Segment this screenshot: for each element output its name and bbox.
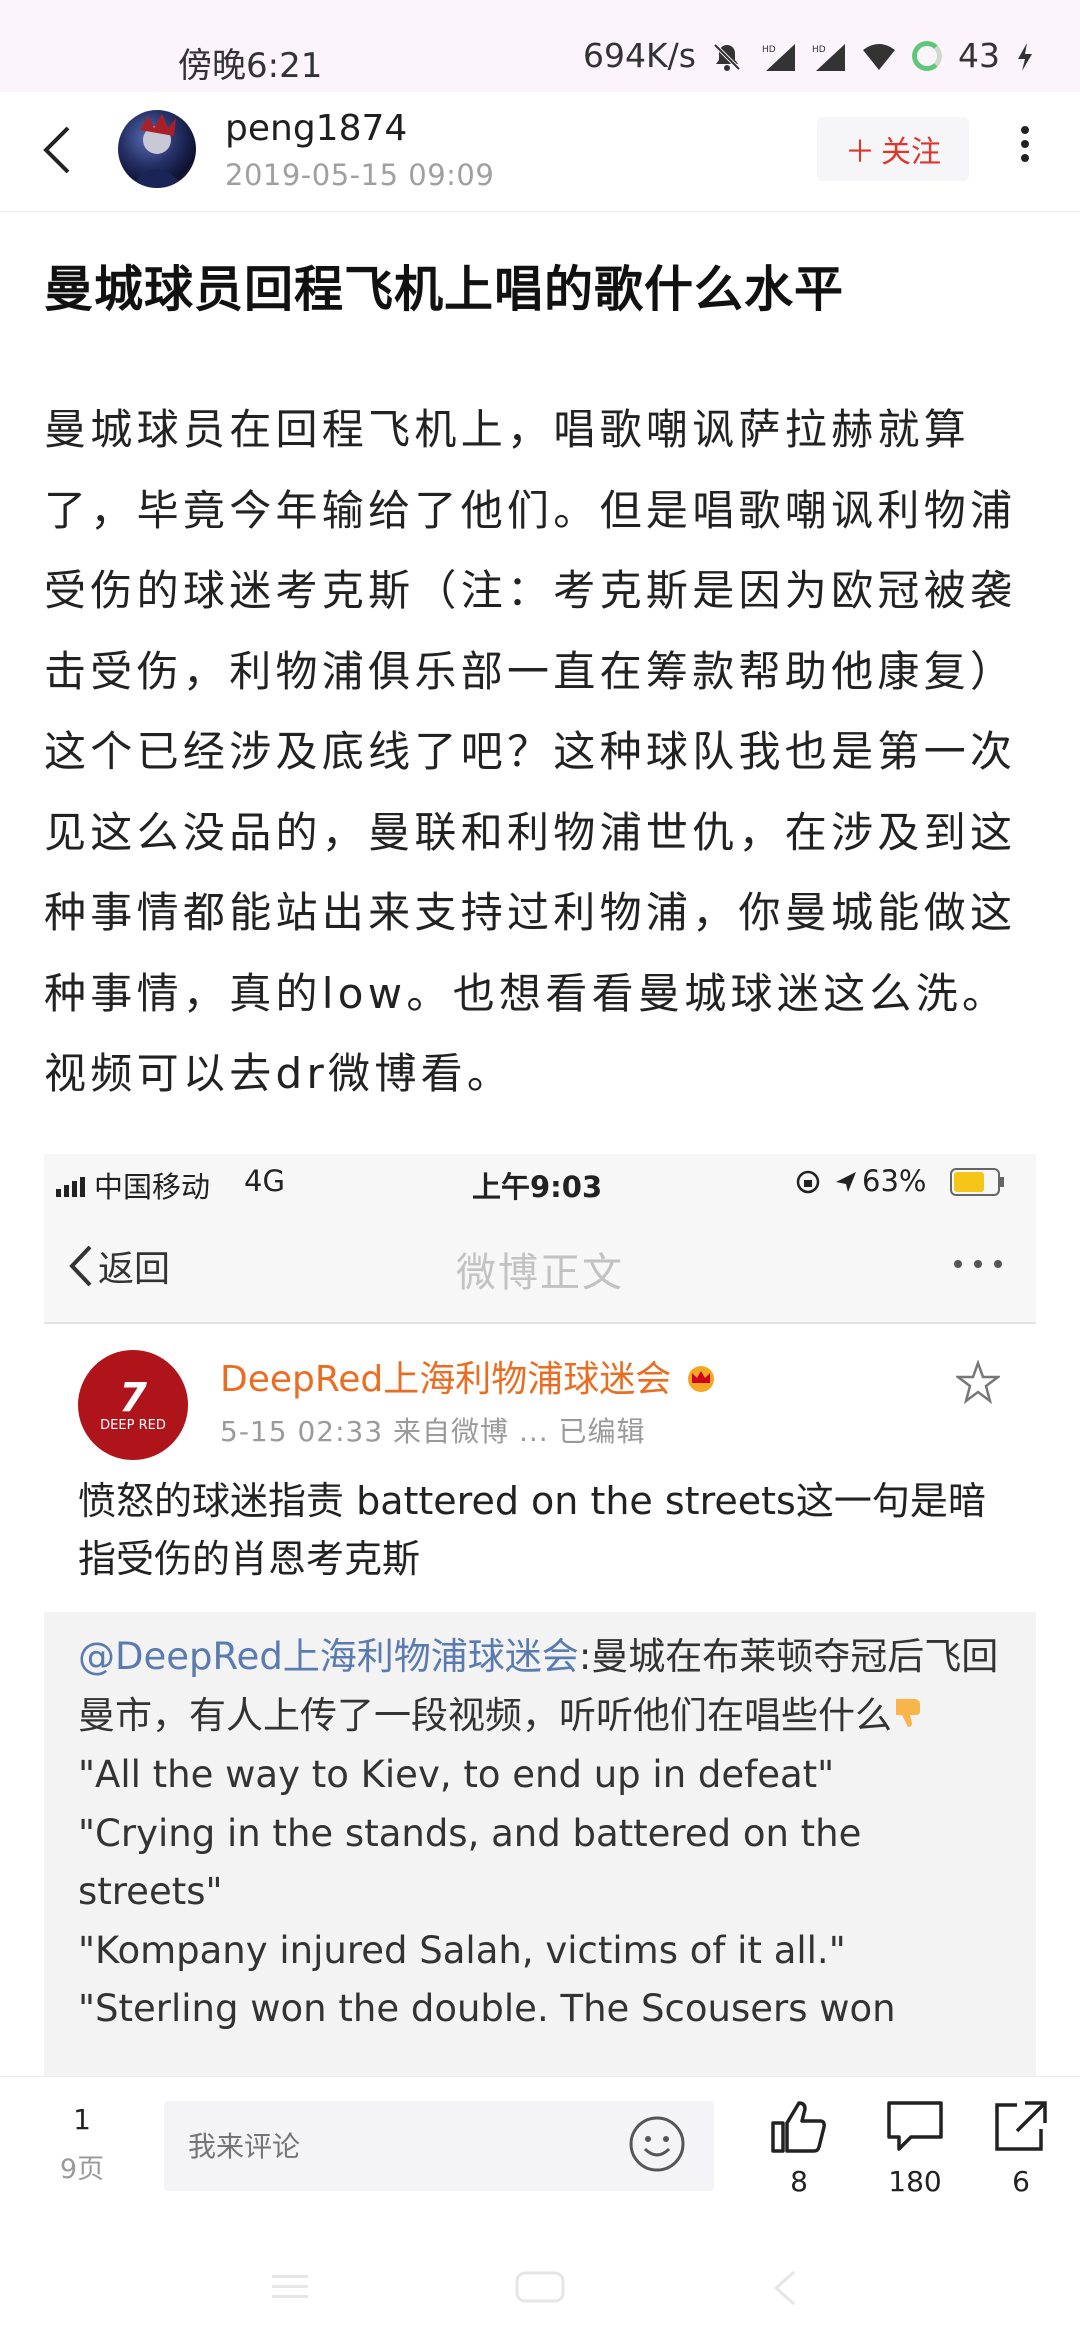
thumbs-up-icon [771, 2101, 826, 2153]
retweet-line: streets" [78, 1870, 223, 1914]
embed-nav-bar: 返回 微博正文 [44, 1210, 1036, 1324]
status-time: 傍晚6:21 [178, 46, 323, 86]
network-speed: 694K/s [583, 36, 696, 75]
post-date: 2019-05-15 09:09 [225, 158, 495, 192]
battery-ring-icon [912, 40, 942, 71]
post-header: peng1874 2019-05-15 09:09 ＋ 关注 [0, 92, 1080, 212]
more-options-button[interactable] [1010, 120, 1040, 180]
author-username[interactable]: peng1874 [225, 108, 407, 149]
embed-author-avatar[interactable]: 7 DEEP RED [78, 1350, 188, 1460]
retweet-line: "Sterling won the double. The Scousers w… [78, 1987, 896, 2031]
like-count: 8 [790, 2165, 808, 2198]
emoji-button[interactable] [628, 2115, 686, 2173]
embed-location-icon [796, 1168, 858, 1202]
embedded-screenshot[interactable]: 中国移动 4G 上午9:03 63% 返回 微博正文 7 DEEP RED De… [44, 1154, 1036, 2076]
battery-level: 43 [958, 36, 1000, 75]
share-icon [995, 2101, 1047, 2151]
embed-post-text: 愤怒的球迷指责 battered on the streets这一句是暗指受伤的… [78, 1479, 986, 1581]
favorite-star-icon[interactable] [954, 1359, 1002, 1405]
back-nav-button[interactable] [770, 2268, 800, 2312]
embed-post-meta: 5-15 02:33 来自微博 ... 已编辑 [220, 1415, 646, 1448]
thumbs-down-emoji-icon [892, 1688, 928, 1747]
liverbird-icon: 7 [119, 1374, 147, 1421]
embed-avatar-text: DEEP RED [100, 1417, 166, 1433]
menu-nav-button[interactable] [270, 2272, 310, 2306]
retweet-line: "All the way to Kiev, to end up in defea… [78, 1753, 835, 1797]
plus-icon: ＋ [845, 135, 875, 170]
follow-button[interactable]: ＋ 关注 [817, 117, 969, 181]
retweet-line: "Crying in the stands, and battered on t… [78, 1811, 862, 1855]
menu-icon [272, 2275, 308, 2298]
back-arrow-icon [43, 126, 70, 174]
embed-carrier: 中国移动 [94, 1170, 211, 1204]
vip-crown-icon [683, 1361, 719, 1402]
embed-retweet-text: @DeepRed上海利物浦球迷会:曼城在布莱顿夺冠后飞回曼市，有人上传了一段视频… [78, 1628, 1008, 2039]
home-icon [515, 2271, 565, 2303]
wifi-icon [862, 41, 896, 71]
page-current[interactable]: 1 [60, 2103, 104, 2136]
svg-text:HD: HD [812, 45, 826, 55]
embed-signal-icon [56, 1170, 88, 1204]
embed-more-icon[interactable] [954, 1260, 1002, 1268]
like-button[interactable]: 8 [754, 2099, 844, 2198]
svg-text:HD: HD [762, 45, 776, 55]
embed-author-label: DeepRed上海利物浦球迷会 [220, 1359, 672, 1400]
comment-button[interactable]: 180 [870, 2099, 960, 2198]
hd-signal-icon-2: HD [812, 41, 846, 71]
retweet-line: "Kompany injured Salah, victims of it al… [78, 1928, 846, 1972]
embed-author-name[interactable]: DeepRed上海利物浦球迷会 [220, 1350, 719, 1402]
embed-status-bar: 中国移动 4G 上午9:03 63% [44, 1154, 1036, 1210]
status-icons: 694K/s HD HD 43 [583, 36, 1034, 75]
retweet-mention[interactable]: @DeepRed上海利物浦球迷会 [78, 1635, 579, 1678]
post-body: 曼城球员在回程飞机上，唱歌嘲讽萨拉赫就算了，毕竟今年输给了他们。但是唱歌嘲讽利物… [44, 405, 1017, 1098]
follow-label: 关注 [881, 135, 941, 170]
charging-icon [1016, 41, 1034, 71]
comment-bubble-icon [887, 2101, 943, 2151]
system-nav-bar [0, 2226, 1080, 2340]
more-dots-icon [1021, 126, 1029, 134]
share-count: 6 [1012, 2165, 1030, 2198]
hd-signal-icon: HD [762, 41, 796, 71]
system-status-bar: 傍晚6:21 694K/s HD HD 43 [0, 0, 1080, 92]
bottom-action-bar: 1 9页 8 180 6 [0, 2076, 1080, 2226]
embed-battery-icon [950, 1168, 1006, 1203]
page-total[interactable]: 9页 [50, 2147, 114, 2186]
embed-battery-text: 63% [862, 1164, 927, 1198]
share-button[interactable]: 6 [976, 2099, 1066, 2198]
mute-icon [712, 41, 746, 71]
comment-count: 180 [888, 2165, 942, 2198]
embed-title: 微博正文 [456, 1250, 624, 1296]
post-title: 曼城球员回程飞机上唱的歌什么水平 [44, 261, 845, 318]
home-nav-button[interactable] [514, 2270, 566, 2308]
author-avatar[interactable] [118, 110, 196, 188]
embed-network: 4G [244, 1164, 285, 1198]
embed-time: 上午9:03 [472, 1170, 603, 1204]
back-button[interactable] [38, 122, 78, 178]
smiley-icon [629, 2116, 685, 2172]
embed-retweet-block[interactable]: @DeepRed上海利物浦球迷会:曼城在布莱顿夺冠后飞回曼市，有人上传了一段视频… [44, 1612, 1036, 2076]
back-nav-icon [773, 2270, 795, 2306]
